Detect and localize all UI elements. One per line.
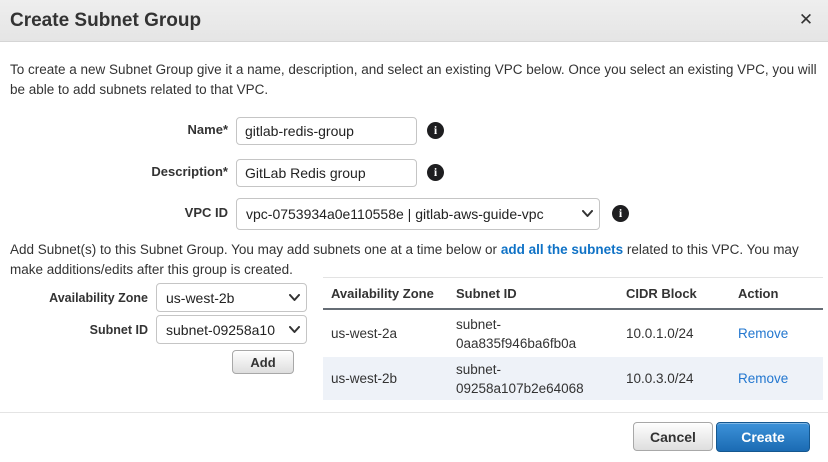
cell-subnet-id: subnet-09258a107b2e64068 [448, 360, 618, 398]
add-subnets-text: Add Subnet(s) to this Subnet Group. You … [10, 240, 820, 280]
remove-link[interactable]: Remove [738, 326, 788, 341]
subnet-id-label: Subnet ID [0, 323, 148, 337]
name-input[interactable] [236, 117, 417, 145]
cell-cidr-block: 10.0.3.0/24 [618, 371, 730, 386]
vpc-id-select[interactable]: vpc-0753934a0e110558e | gitlab-aws-guide… [236, 198, 600, 230]
add-all-subnets-link[interactable]: add all the subnets [501, 242, 623, 257]
add-subnets-text-before: Add Subnet(s) to this Subnet Group. You … [10, 242, 501, 257]
dialog-header: Create Subnet Group ✕ [0, 0, 828, 42]
footer-divider [0, 412, 828, 413]
table-row: us-west-2b subnet-09258a107b2e64068 10.0… [323, 357, 823, 400]
table-header-availability-zone: Availability Zone [323, 286, 448, 301]
cell-availability-zone: us-west-2b [323, 371, 448, 386]
intro-text: To create a new Subnet Group give it a n… [10, 60, 820, 100]
cell-availability-zone: us-west-2a [323, 326, 448, 341]
table-row: us-west-2a subnet-0aa835f946ba6fb0a 10.0… [323, 310, 823, 357]
create-button[interactable]: Create [716, 422, 810, 452]
table-header-cidr-block: CIDR Block [618, 286, 730, 301]
description-info-icon[interactable]: i [427, 164, 444, 181]
subnets-table: Availability Zone Subnet ID CIDR Block A… [323, 277, 823, 400]
add-button[interactable]: Add [232, 350, 294, 374]
description-label: Description* [0, 164, 228, 179]
table-header-subnet-id: Subnet ID [448, 284, 618, 303]
availability-zone-select-value: us-west-2b [166, 290, 234, 306]
description-input[interactable] [236, 159, 417, 187]
availability-zone-select[interactable]: us-west-2b [156, 283, 307, 312]
cell-cidr-block: 10.0.1.0/24 [618, 326, 730, 341]
cancel-button[interactable]: Cancel [633, 422, 713, 451]
table-header-row: Availability Zone Subnet ID CIDR Block A… [323, 277, 823, 310]
name-info-icon[interactable]: i [427, 122, 444, 139]
vpc-id-select-value: vpc-0753934a0e110558e | gitlab-aws-guide… [246, 206, 544, 222]
chevron-down-icon [289, 326, 300, 334]
chevron-down-icon [582, 210, 593, 218]
close-icon[interactable]: ✕ [795, 9, 817, 31]
dialog-title: Create Subnet Group [10, 0, 201, 41]
vpc-id-label: VPC ID [0, 205, 228, 220]
create-subnet-group-dialog: Create Subnet Group ✕ To create a new Su… [0, 0, 828, 462]
subnet-id-select[interactable]: subnet-09258a10 [156, 315, 307, 344]
table-header-action: Action [730, 286, 823, 301]
name-label: Name* [0, 122, 228, 137]
subnet-id-select-value: subnet-09258a10 [166, 322, 275, 338]
chevron-down-icon [289, 294, 300, 302]
availability-zone-label: Availability Zone [0, 291, 148, 305]
vpc-info-icon[interactable]: i [612, 205, 629, 222]
cell-subnet-id: subnet-0aa835f946ba6fb0a [448, 315, 618, 353]
remove-link[interactable]: Remove [738, 371, 788, 386]
